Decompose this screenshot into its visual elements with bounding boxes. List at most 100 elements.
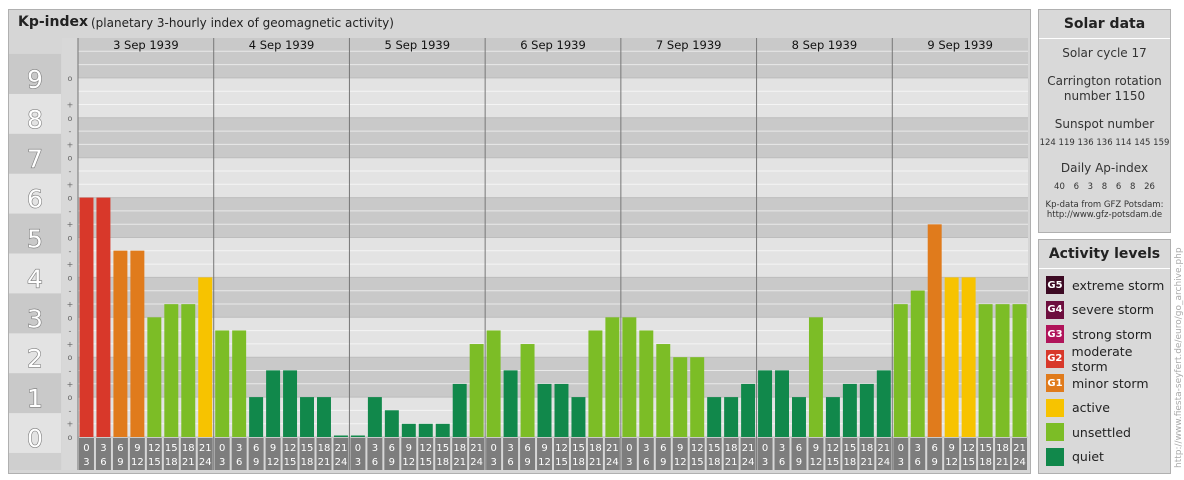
interval-start-label: 21: [470, 443, 483, 454]
kp-bar: [859, 383, 874, 437]
kp-bar: [741, 383, 756, 437]
interval-end-label: 18: [708, 457, 721, 468]
interval-end-label: 9: [660, 457, 666, 468]
daily-ap-heading: Daily Ap-index: [1060, 161, 1149, 175]
interval-start-label: 15: [572, 443, 585, 454]
activity-levels-panel: Activity levels G5 extreme storm G4 severe …: [1038, 239, 1171, 474]
interval-end-label: 3: [626, 457, 632, 468]
y-minor-tick: -: [69, 287, 72, 296]
interval-start-label: 3: [779, 443, 785, 454]
interval-end-label: 24: [606, 457, 619, 468]
interval-start-label: 12: [555, 443, 568, 454]
interval-start-label: 6: [389, 443, 395, 454]
interval-start-label: 6: [796, 443, 802, 454]
y-minor-tick: -: [69, 406, 72, 415]
interval-start-label: 21: [199, 443, 212, 454]
kp-bar: [707, 397, 722, 437]
interval-end-label: 9: [524, 457, 530, 468]
legend-item: active: [1039, 396, 1170, 421]
interval-end-label: 3: [490, 457, 496, 468]
interval-start-label: 3: [507, 443, 513, 454]
interval-end-label: 15: [419, 457, 432, 468]
kp-bar: [452, 383, 467, 437]
interval-end-label: 24: [335, 457, 348, 468]
kp-bar: [79, 197, 94, 437]
interval-start-label: 0: [219, 443, 225, 454]
interval-end-label: 21: [860, 457, 873, 468]
interval-end-label: 18: [165, 457, 178, 468]
kp-bar: [215, 330, 230, 437]
interval-end-label: 12: [810, 457, 823, 468]
interval-start-label: 18: [725, 443, 738, 454]
solar-data-heading: Solar data: [1039, 10, 1170, 39]
interval-end-label: 15: [827, 457, 840, 468]
y-minor-tick: +: [67, 101, 74, 110]
y-minor-tick: o: [68, 74, 73, 83]
interval-end-label: 6: [643, 457, 649, 468]
kp-bar: [435, 423, 450, 437]
kp-bar: [130, 250, 145, 437]
legend-label: unsettled: [1072, 424, 1131, 440]
kp-bar: [605, 317, 620, 437]
sunspot-number-values: 124 119 136 136 114 145 159: [1039, 138, 1170, 148]
interval-start-label: 0: [762, 443, 768, 454]
kp-bar: [181, 304, 196, 437]
interval-start-label: 12: [419, 443, 432, 454]
kp-bar: [333, 435, 348, 437]
day-label: 9 Sep 1939: [927, 38, 993, 52]
interval-end-label: 21: [453, 457, 466, 468]
y-minor-tick: -: [69, 207, 72, 216]
legend-label: severe storm: [1072, 302, 1154, 318]
interval-end-label: 6: [372, 457, 378, 468]
solar-cycle: Solar cycle 17: [1062, 46, 1147, 60]
interval-end-label: 12: [674, 457, 687, 468]
kp-bar: [401, 423, 416, 437]
y-tick-label: 9: [27, 65, 43, 94]
interval-end-label: 3: [355, 457, 361, 468]
interval-end-label: 3: [219, 457, 225, 468]
kp-bar: [622, 317, 637, 437]
kp-bar: [673, 357, 688, 437]
y-minor-tick: -: [69, 167, 72, 176]
interval-end-label: 21: [725, 457, 738, 468]
interval-start-label: 3: [915, 443, 921, 454]
kp-bar: [164, 304, 179, 437]
interval-end-label: 21: [996, 457, 1009, 468]
background-band: [78, 197, 1028, 238]
kp-bar: [808, 317, 823, 437]
background-band: [78, 277, 1028, 318]
interval-start-label: 6: [524, 443, 530, 454]
legend-item: G2 moderate storm: [1039, 344, 1170, 374]
interval-end-label: 9: [117, 457, 123, 468]
legend-swatch: [1046, 423, 1064, 442]
background-band: [78, 237, 1028, 278]
y-minor-tick: o: [68, 313, 73, 322]
interval-end-label: 24: [470, 457, 483, 468]
y-minor-tick: +: [67, 420, 74, 429]
y-minor-tick: -: [69, 367, 72, 376]
y-tick-label: 5: [27, 225, 43, 254]
interval-start-label: 9: [948, 443, 954, 454]
kp-bar: [792, 397, 806, 437]
interval-end-label: 18: [436, 457, 449, 468]
legend-item: G4 severe storm: [1039, 298, 1170, 323]
legend-item: quiet: [1039, 445, 1170, 470]
interval-end-label: 21: [589, 457, 602, 468]
kp-bar: [554, 383, 569, 437]
y-minor-tick: +: [67, 180, 74, 189]
interval-start-label: 9: [541, 443, 547, 454]
kp-bar: [520, 344, 535, 437]
legend-item: unsettled: [1039, 420, 1170, 445]
interval-start-label: 6: [660, 443, 666, 454]
interval-end-label: 12: [945, 457, 958, 468]
interval-start-label: 15: [708, 443, 721, 454]
legend-label: active: [1072, 400, 1110, 416]
interval-end-label: 12: [538, 457, 551, 468]
kp-bar: [469, 344, 484, 437]
interval-start-label: 15: [844, 443, 857, 454]
interval-start-label: 12: [827, 443, 840, 454]
interval-start-label: 12: [148, 443, 161, 454]
data-credit-link[interactable]: http://www.gfz-potsdam.de: [1039, 210, 1170, 220]
kp-bar: [300, 397, 314, 437]
y-tick-label: 3: [27, 304, 43, 333]
